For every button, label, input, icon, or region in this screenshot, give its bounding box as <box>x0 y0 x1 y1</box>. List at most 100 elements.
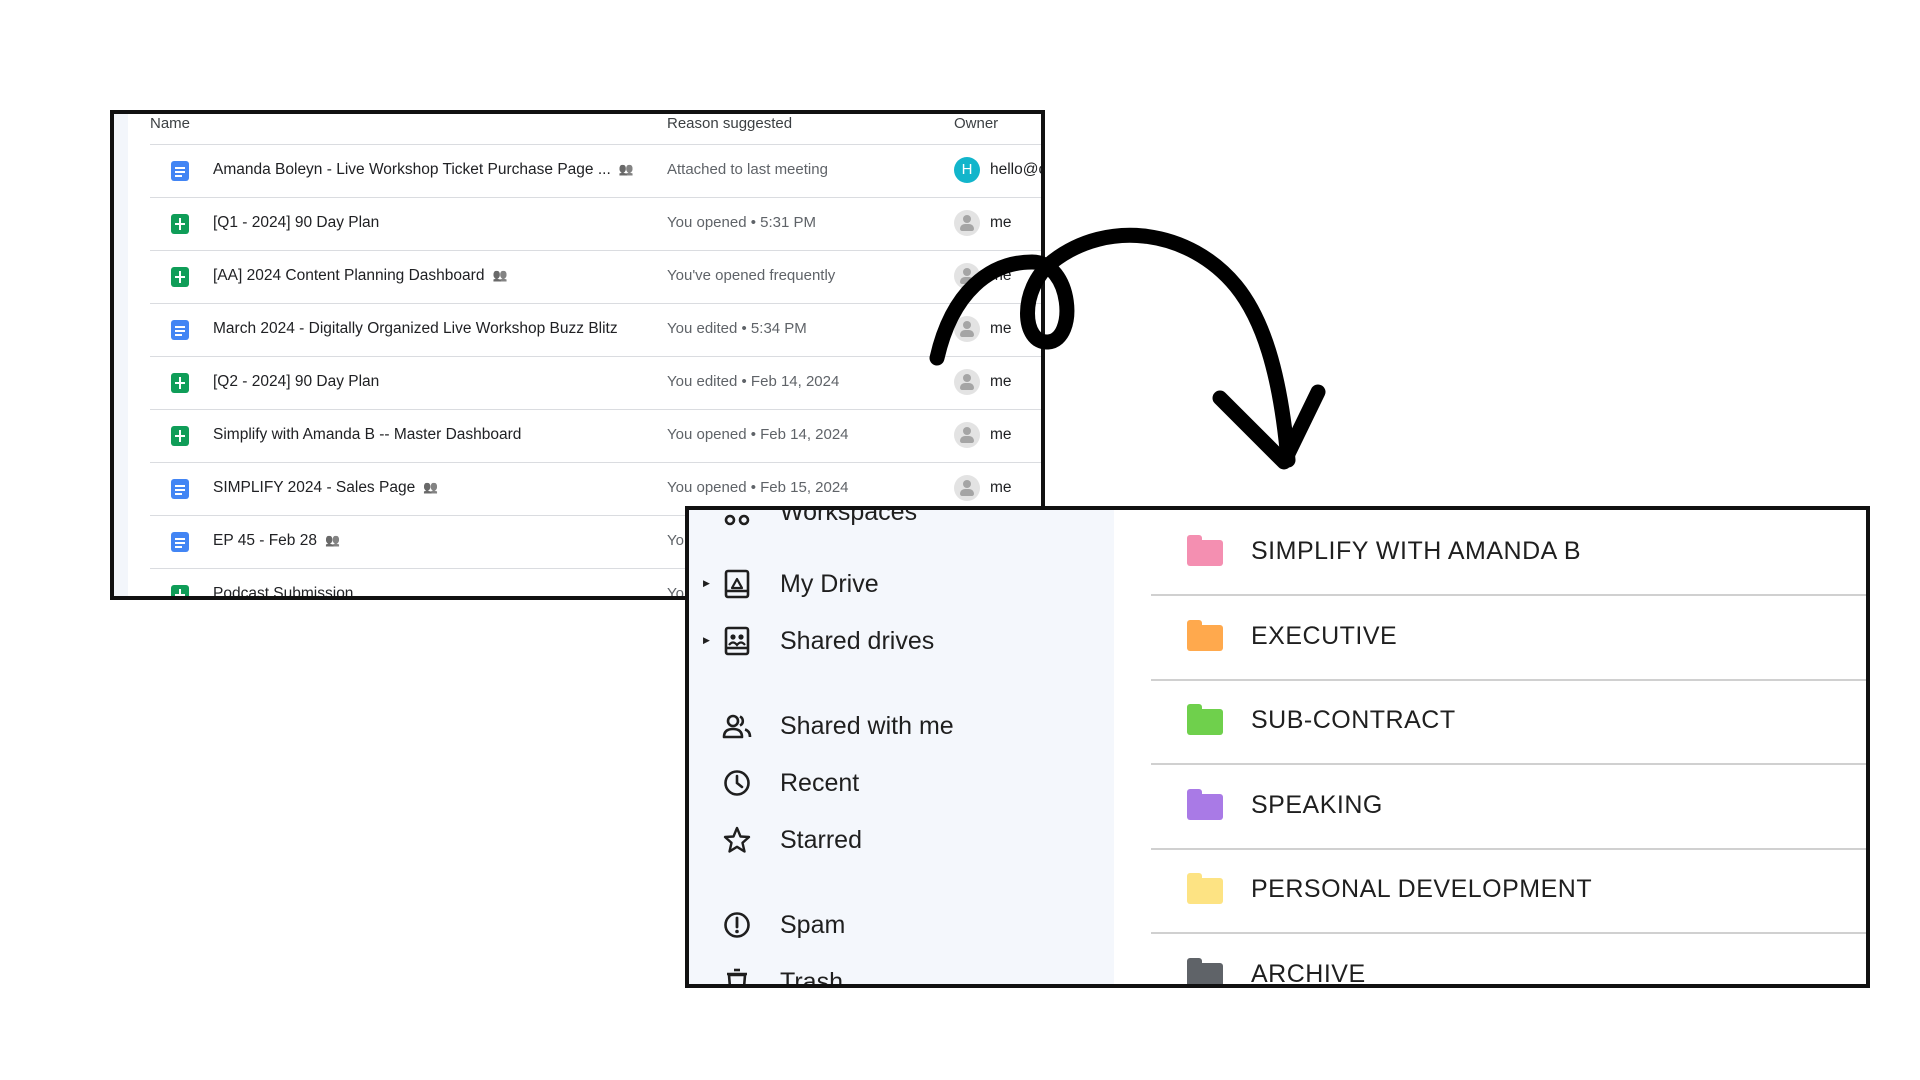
reason-suggested: You opened • Feb 15, 2024 <box>667 479 849 496</box>
nav-item-label: Spam <box>780 911 846 939</box>
shared-with-me-icon <box>722 714 752 739</box>
reason-suggested: Attached to last meeting <box>667 161 828 178</box>
owner-cell: me <box>954 369 1012 395</box>
nav-item-shared-with-me[interactable]: Shared with me <box>689 704 1114 750</box>
google-docs-icon <box>171 532 189 552</box>
file-row[interactable]: [AA] 2024 Content Planning Dashboard 👥 You… <box>150 250 1041 304</box>
file-name: March 2024 - Digitally Organized Live Wo… <box>213 320 618 338</box>
file-name-text: SIMPLIFY 2024 - Sales Page <box>213 479 416 496</box>
owner-name: hello@c <box>990 161 1045 178</box>
star-icon <box>723 826 751 853</box>
default-avatar-icon <box>954 369 980 395</box>
file-name: Simplify with Amanda B -- Master Dashboa… <box>213 426 521 444</box>
reason-suggested: You edited • 5:34 PM <box>667 320 807 337</box>
owner-cell: me <box>954 210 1012 236</box>
file-name: [Q1 - 2024] 90 Day Plan <box>213 214 379 232</box>
shared-people-icon: 👥 <box>324 533 340 547</box>
owner-name: me <box>990 373 1012 390</box>
owner-name: me <box>990 320 1012 337</box>
folder-personal-development[interactable]: PERSONAL DEVELOPMENT <box>1151 848 1866 934</box>
folder-icon <box>1187 704 1223 735</box>
files-table-header: Name Reason suggested Owner <box>114 114 1041 144</box>
drive-sidebar: Workspaces ▶ My Drive ▶ Shared drives Shared … <box>689 510 1114 984</box>
nav-item-my-drive[interactable]: ▶ My Drive <box>689 562 1114 608</box>
nav-item-label: Starred <box>780 826 862 854</box>
owner-name: me <box>990 426 1012 443</box>
file-name: EP 45 - Feb 28 👥 <box>213 532 340 550</box>
column-header-name[interactable]: Name <box>150 115 190 132</box>
file-name-text: EP 45 - Feb 28 <box>213 532 317 549</box>
nav-item-label: Workspaces <box>780 506 918 526</box>
folder-icon <box>1187 535 1223 566</box>
reason-suggested: You opened • Feb 14, 2024 <box>667 426 849 443</box>
folder-speaking[interactable]: SPEAKING <box>1151 764 1866 850</box>
reason-suggested: You've opened frequently <box>667 267 836 284</box>
owner-name: me <box>990 267 1012 284</box>
shared-people-icon: 👥 <box>492 268 508 282</box>
my-drive-icon <box>724 569 750 599</box>
file-name: [AA] 2024 Content Planning Dashboard 👥 <box>213 267 507 285</box>
file-name: SIMPLIFY 2024 - Sales Page 👥 <box>213 479 438 497</box>
nav-item-trash[interactable]: Trash <box>689 960 1114 988</box>
folder-name: EXECUTIVE <box>1251 621 1398 650</box>
nav-item-label: My Drive <box>780 570 879 598</box>
google-sheets-icon <box>171 214 189 234</box>
owner-cell: me <box>954 263 1012 289</box>
file-row[interactable]: March 2024 - Digitally Organized Live Wo… <box>150 303 1041 357</box>
shared-people-icon: 👥 <box>423 480 439 494</box>
reason-suggested: You edited • Feb 14, 2024 <box>667 373 840 390</box>
file-row[interactable]: Amanda Boleyn - Live Workshop Ticket Pur… <box>150 144 1045 198</box>
file-name: Amanda Boleyn - Live Workshop Ticket Pur… <box>213 161 634 179</box>
shared-drives-icon <box>724 626 750 656</box>
nav-item-shared-drives[interactable]: ▶ Shared drives <box>689 619 1114 665</box>
folder-sub-contract[interactable]: SUB-CONTRACT <box>1151 679 1866 765</box>
expand-caret-icon[interactable]: ▶ <box>703 635 710 646</box>
reason-suggested: Yo <box>667 532 684 549</box>
folder-icon <box>1187 788 1223 820</box>
workspaces-icon <box>724 514 750 526</box>
drive-panel: Workspaces ▶ My Drive ▶ Shared drives Shared … <box>685 506 1870 988</box>
nav-item-label: Trash <box>780 968 843 988</box>
file-name-text: Simplify with Amanda B -- Master Dashboa… <box>213 426 522 443</box>
owner-cell: me <box>954 475 1012 501</box>
file-name-text: Amanda Boleyn - Live Workshop Ticket Pur… <box>213 161 611 178</box>
expand-caret-icon[interactable]: ▶ <box>703 578 710 589</box>
folder-executive[interactable]: EXECUTIVE <box>1151 595 1866 681</box>
nav-item-spam[interactable]: Spam <box>689 903 1114 949</box>
folder-archive[interactable]: ARCHIVE <box>1151 933 1866 988</box>
default-avatar-icon <box>954 422 980 448</box>
owner-name: me <box>990 479 1012 496</box>
reason-suggested: Yo <box>667 585 684 600</box>
folder-icon <box>1187 619 1223 651</box>
folder-icon <box>1187 957 1223 984</box>
default-avatar-icon <box>954 210 980 236</box>
folder-name: ARCHIVE <box>1251 959 1366 988</box>
nav-item-label: Shared with me <box>780 712 954 740</box>
nav-item-label: Recent <box>780 769 860 797</box>
file-name-text: [Q2 - 2024] 90 Day Plan <box>213 373 380 390</box>
default-avatar-icon <box>954 316 980 342</box>
avatar: H <box>954 157 980 183</box>
default-avatar-icon <box>954 475 980 501</box>
nav-item-workspaces[interactable]: Workspaces <box>689 506 1114 536</box>
folder-name: SIMPLIFY WITH AMANDA B <box>1251 537 1582 565</box>
nav-item-starred[interactable]: Starred <box>689 818 1114 864</box>
file-row[interactable]: Simplify with Amanda B -- Master Dashboa… <box>150 409 1041 463</box>
default-avatar-icon <box>954 263 980 289</box>
nav-item-recent[interactable]: Recent <box>689 761 1114 807</box>
canvas: Name Reason suggested Owner Amanda Boley… <box>0 0 1920 1080</box>
google-sheets-icon <box>171 267 189 287</box>
folder-simplify-with-amanda-b[interactable]: SIMPLIFY WITH AMANDA B <box>1151 510 1866 596</box>
google-sheets-icon <box>171 585 189 596</box>
column-header-reason: Reason suggested <box>667 115 793 132</box>
google-docs-icon <box>171 161 189 181</box>
google-docs-icon <box>171 320 189 340</box>
folder-icon <box>1187 873 1223 904</box>
file-name-text: Podcast Submission <box>213 585 354 600</box>
nav-item-label: Shared drives <box>780 627 935 655</box>
shared-people-icon: 👥 <box>618 162 634 176</box>
file-row[interactable]: [Q2 - 2024] 90 Day Plan You edited • Feb … <box>150 356 1041 410</box>
file-row[interactable]: [Q1 - 2024] 90 Day Plan You opened • 5:31… <box>150 197 1041 251</box>
file-name: [Q2 - 2024] 90 Day Plan <box>213 373 379 391</box>
owner-cell: me <box>954 316 1012 342</box>
